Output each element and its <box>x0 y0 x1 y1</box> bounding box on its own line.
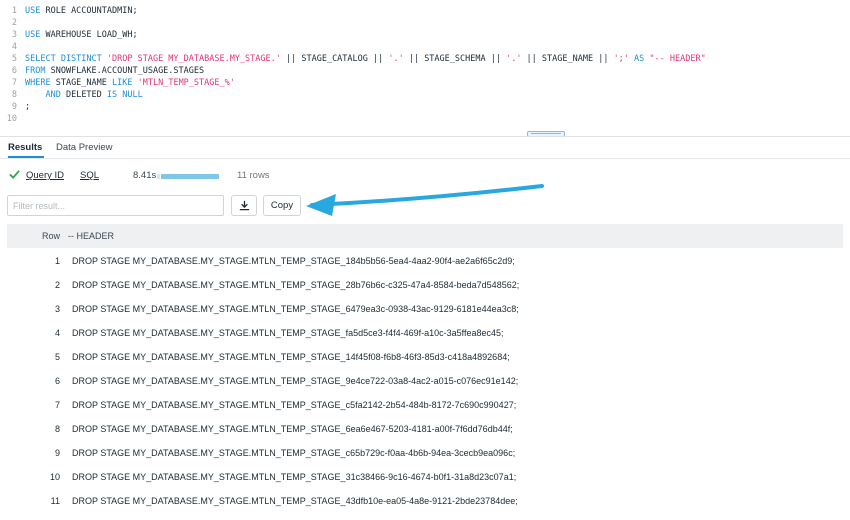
row-number: 8 <box>54 424 60 434</box>
table-body: 1 DROP STAGE MY_DATABASE.MY_STAGE.MTLN_TE… <box>7 248 843 512</box>
header-cell[interactable]: DROP STAGE MY_DATABASE.MY_STAGE.MTLN_TEM… <box>72 448 515 458</box>
code-line[interactable]: 1 USE ROLE ACCOUNTADMIN; <box>0 6 138 16</box>
tabs-border <box>0 158 850 159</box>
row-number: 11 <box>50 496 60 506</box>
header-cell[interactable]: DROP STAGE MY_DATABASE.MY_STAGE.MTLN_TEM… <box>72 256 515 266</box>
column-header-header[interactable]: -- HEADER <box>68 231 114 241</box>
sql-editor[interactable]: 1 USE ROLE ACCOUNTADMIN; 2 3 USE WAREHOUSE L… <box>0 0 850 134</box>
header-cell[interactable]: DROP STAGE MY_DATABASE.MY_STAGE.MTLN_TEM… <box>72 352 510 362</box>
code-line[interactable]: 2 <box>0 18 25 28</box>
table-header: Row -- HEADER <box>7 224 843 248</box>
table-row[interactable]: 3 DROP STAGE MY_DATABASE.MY_STAGE.MTLN_TE… <box>7 296 843 320</box>
row-count: 11 rows <box>237 170 270 181</box>
code-line[interactable]: 7 WHERE STAGE_NAME LIKE 'MTLN_TEMP_STAGE_… <box>0 78 235 88</box>
sql-text: || STAGE_CATALOG || <box>280 54 389 64</box>
header-cell[interactable]: DROP STAGE MY_DATABASE.MY_STAGE.MTLN_TEM… <box>72 328 504 338</box>
line-number: 2 <box>11 18 17 28</box>
line-number: 5 <box>11 54 17 64</box>
row-number: 6 <box>54 376 60 386</box>
sql-text: STAGE_NAME <box>50 78 113 88</box>
copy-button[interactable]: Copy <box>263 195 301 216</box>
header-cell[interactable]: DROP STAGE MY_DATABASE.MY_STAGE.MTLN_TEM… <box>72 280 519 290</box>
table-row[interactable]: 2 DROP STAGE MY_DATABASE.MY_STAGE.MTLN_TE… <box>7 272 843 296</box>
sql-keyword: AS <box>634 54 645 64</box>
header-cell[interactable]: DROP STAGE MY_DATABASE.MY_STAGE.MTLN_TEM… <box>72 496 518 506</box>
code-line[interactable]: 8 AND DELETED IS NULL <box>0 90 143 100</box>
success-check-icon <box>9 170 20 179</box>
header-cell[interactable]: DROP STAGE MY_DATABASE.MY_STAGE.MTLN_TEM… <box>72 376 518 386</box>
line-number: 8 <box>11 90 17 100</box>
line-number: 10 <box>6 114 17 124</box>
row-number: 5 <box>54 352 60 362</box>
line-number: 4 <box>11 42 17 52</box>
table-row[interactable]: 5 DROP STAGE MY_DATABASE.MY_STAGE.MTLN_TE… <box>7 344 843 368</box>
sql-keyword: AND <box>45 90 61 100</box>
sql-keyword: WHERE <box>25 78 51 88</box>
row-number: 3 <box>54 304 60 314</box>
column-header-row[interactable]: Row <box>7 231 60 241</box>
download-icon <box>239 200 249 211</box>
table-row[interactable]: 1 DROP STAGE MY_DATABASE.MY_STAGE.MTLN_TE… <box>7 248 843 272</box>
sql-text: SNOWFLAKE.ACCOUNT_USAGE.STAGES <box>45 66 205 76</box>
sql-keyword: USE <box>25 30 41 40</box>
line-number: 7 <box>11 78 17 88</box>
row-number: 10 <box>49 472 60 482</box>
sql-link[interactable]: SQL <box>80 170 99 181</box>
tab-results[interactable]: Results <box>8 142 42 153</box>
sql-text: || STAGE_SCHEMA || <box>403 54 507 64</box>
code-line[interactable]: 10 <box>0 114 25 124</box>
header-cell[interactable]: DROP STAGE MY_DATABASE.MY_STAGE.MTLN_TEM… <box>72 424 513 434</box>
line-number: 6 <box>11 66 17 76</box>
sql-text: ; <box>25 102 31 112</box>
header-cell[interactable]: DROP STAGE MY_DATABASE.MY_STAGE.MTLN_TEM… <box>72 304 519 314</box>
sql-string: "-- HEADER" <box>649 54 706 64</box>
sql-string: '.' <box>388 54 404 64</box>
editor-results-divider[interactable] <box>0 136 850 137</box>
sql-string: ';' <box>613 54 629 64</box>
sql-text: || STAGE_NAME || <box>521 54 614 64</box>
sql-text: ROLE ACCOUNTADMIN; <box>40 6 138 16</box>
code-line[interactable]: 4 <box>0 42 25 52</box>
table-row[interactable]: 6 DROP STAGE MY_DATABASE.MY_STAGE.MTLN_TE… <box>7 368 843 392</box>
code-line[interactable]: 6 FROM SNOWFLAKE.ACCOUNT_USAGE.STAGES <box>0 66 204 76</box>
query-id-link[interactable]: Query ID <box>26 170 64 181</box>
header-cell[interactable]: DROP STAGE MY_DATABASE.MY_STAGE.MTLN_TEM… <box>72 472 516 482</box>
download-button[interactable] <box>231 195 257 216</box>
sql-keyword: FROM <box>25 66 46 76</box>
row-number: 4 <box>54 328 60 338</box>
duration-bar-compile <box>157 174 160 179</box>
row-number: 9 <box>54 448 60 458</box>
results-table: Row -- HEADER 1 DROP STAGE MY_DATABASE.MY… <box>7 224 843 512</box>
row-number: 2 <box>54 280 60 290</box>
code-line[interactable]: 5 SELECT DISTINCT 'DROP STAGE MY_DATABASE… <box>0 54 706 64</box>
table-row[interactable]: 7 DROP STAGE MY_DATABASE.MY_STAGE.MTLN_TE… <box>7 392 843 416</box>
table-row[interactable]: 9 DROP STAGE MY_DATABASE.MY_STAGE.MTLN_TE… <box>7 440 843 464</box>
sql-keyword: IS NULL <box>106 90 143 100</box>
table-row[interactable]: 11 DROP STAGE MY_DATABASE.MY_STAGE.MTLN_T… <box>7 488 843 512</box>
row-number: 1 <box>54 256 60 266</box>
tab-data-preview[interactable]: Data Preview <box>56 142 113 153</box>
table-row[interactable]: 8 DROP STAGE MY_DATABASE.MY_STAGE.MTLN_TE… <box>7 416 843 440</box>
code-line[interactable]: 3 USE WAREHOUSE LOAD_WH; <box>0 30 138 40</box>
line-number: 9 <box>11 102 17 112</box>
sql-keyword: LIKE <box>112 78 133 88</box>
sql-text: WAREHOUSE LOAD_WH; <box>40 30 138 40</box>
line-number: 3 <box>11 30 17 40</box>
query-duration: 8.41s <box>133 170 157 181</box>
row-number: 7 <box>54 400 60 410</box>
table-row[interactable]: 10 DROP STAGE MY_DATABASE.MY_STAGE.MTLN_T… <box>7 464 843 488</box>
sql-keyword: SELECT DISTINCT <box>25 54 102 64</box>
filter-result-input[interactable] <box>7 195 224 216</box>
code-line[interactable]: 9; <box>0 102 30 112</box>
sql-string: '.' <box>506 54 522 64</box>
table-row[interactable]: 4 DROP STAGE MY_DATABASE.MY_STAGE.MTLN_TE… <box>7 320 843 344</box>
header-cell[interactable]: DROP STAGE MY_DATABASE.MY_STAGE.MTLN_TEM… <box>72 400 516 410</box>
sql-keyword: USE <box>25 6 41 16</box>
duration-bar <box>161 174 219 179</box>
sql-string: 'MTLN_TEMP_STAGE_%' <box>137 78 235 88</box>
sql-text: DELETED <box>60 90 107 100</box>
line-number: 1 <box>11 6 17 16</box>
sql-string: 'DROP STAGE MY_DATABASE.MY_STAGE.' <box>106 54 281 64</box>
